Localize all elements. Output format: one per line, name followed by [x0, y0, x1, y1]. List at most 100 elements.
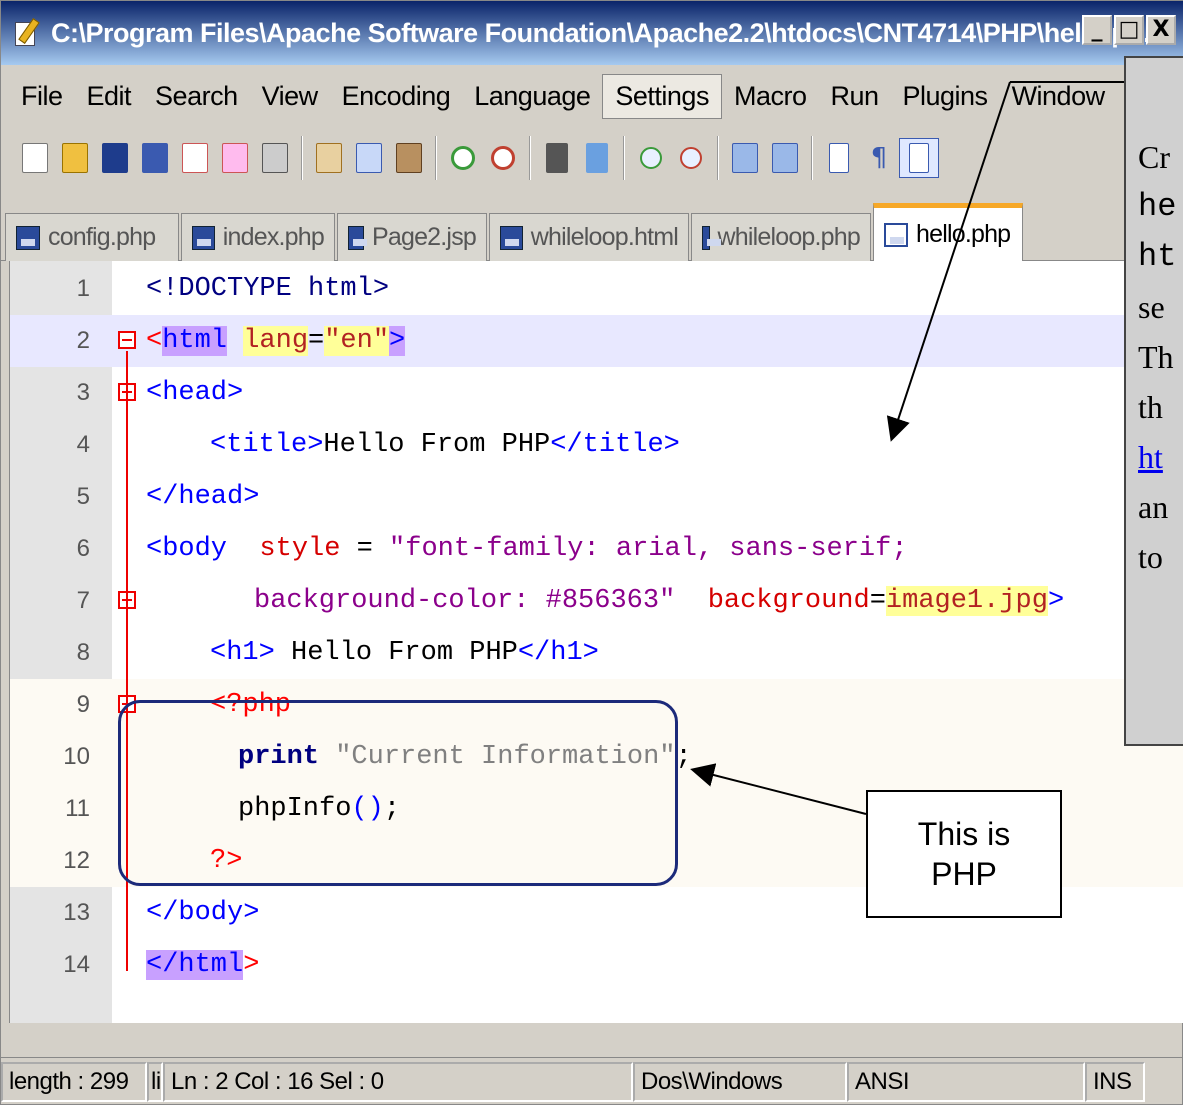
toolbar-separator	[717, 136, 719, 180]
file-icon	[884, 222, 908, 247]
menu-encoding[interactable]: Encoding	[330, 75, 463, 118]
redo-icon[interactable]	[483, 138, 523, 178]
undo-icon[interactable]	[443, 138, 483, 178]
line-number: 14	[63, 951, 90, 978]
cut-icon[interactable]	[309, 138, 349, 178]
sync-vertical-icon[interactable]	[725, 138, 765, 178]
callout-text: Cr he ht se Th th ht an to	[1138, 132, 1176, 582]
tab-label: index.php	[222, 223, 325, 251]
code-text: <title>Hello From PHP</title>	[210, 430, 680, 460]
show-all-characters-icon[interactable]: ¶	[859, 138, 899, 178]
tab-label: whileloop.html	[530, 223, 679, 251]
code-line: 6 <body style = "font-family: arial, san…	[10, 523, 1183, 575]
line-number: 9	[76, 691, 90, 718]
status-encoding[interactable]: ANSI	[847, 1062, 1085, 1102]
line-number: 7	[76, 587, 90, 614]
word-wrap-icon[interactable]	[819, 138, 859, 178]
status-eol-format[interactable]: Dos\Windows	[633, 1062, 847, 1102]
tab-whileloop-html[interactable]: whileloop.html	[489, 213, 689, 261]
window-title: C:\Program Files\Apache Software Foundat…	[51, 17, 1165, 48]
close-all-icon[interactable]	[215, 138, 255, 178]
replace-icon[interactable]	[577, 138, 617, 178]
title-bar[interactable]: C:\Program Files\Apache Software Foundat…	[1, 1, 1183, 65]
code-text: </body>	[146, 898, 260, 928]
maximize-button[interactable]: □	[1114, 15, 1144, 45]
notepad-app-icon	[13, 18, 43, 48]
line-number: 13	[63, 899, 90, 926]
php-highlight-box	[118, 700, 678, 886]
note-line: PHP	[931, 856, 997, 892]
tab-page2-jsp[interactable]: Page2.jsp	[337, 213, 487, 261]
menu-view[interactable]: View	[250, 75, 330, 118]
toolbar-separator	[623, 136, 625, 180]
file-icon	[702, 225, 720, 250]
menu-plugins[interactable]: Plugins	[891, 75, 1000, 118]
tab-whileloop-php[interactable]: whileloop.php	[691, 213, 871, 261]
note-line: This is	[917, 816, 1011, 852]
code-line: 2 <html lang="en">	[10, 315, 1183, 367]
code-line: 14 </html>	[10, 939, 1183, 991]
callout-link[interactable]: ht	[1138, 432, 1176, 482]
line-number: 1	[76, 275, 90, 302]
menu-search[interactable]: Search	[143, 75, 250, 118]
line-number: 11	[65, 795, 90, 822]
line-number: 8	[76, 639, 90, 666]
menu-bar: File Edit Search View Encoding Language …	[1, 67, 1183, 125]
code-text: <head>	[146, 378, 244, 408]
line-number: 10	[63, 743, 90, 770]
toolbar-separator	[301, 136, 303, 180]
code-line: 7 background-color: #856363" background=…	[10, 575, 1183, 627]
tab-label: config.php	[48, 223, 156, 251]
paste-icon[interactable]	[389, 138, 429, 178]
zoom-in-icon[interactable]	[631, 138, 671, 178]
menu-run[interactable]: Run	[818, 75, 890, 118]
new-file-icon[interactable]	[15, 138, 55, 178]
line-number: 2	[76, 327, 90, 354]
menu-settings[interactable]: Settings	[602, 73, 722, 119]
menu-language[interactable]: Language	[462, 75, 602, 118]
menu-window[interactable]: Window	[1000, 75, 1117, 118]
tab-bar: config.php index.php Page2.jsp whileloop…	[1, 199, 1183, 261]
code-line: 3 <head>	[10, 367, 1183, 419]
php-note-box: This is PHP	[866, 790, 1062, 918]
code-text: <body style = "font-family: arial, sans-…	[146, 534, 908, 564]
tab-label: hello.php	[916, 220, 1011, 248]
minimize-button[interactable]: _	[1082, 15, 1112, 45]
fold-toggle[interactable]	[118, 331, 136, 349]
toolbar-separator	[529, 136, 531, 180]
close-button[interactable]: X	[1146, 15, 1176, 45]
menu-edit[interactable]: Edit	[75, 75, 144, 118]
indent-guide-icon[interactable]	[899, 138, 939, 178]
tab-hello-php[interactable]: hello.php	[873, 203, 1023, 261]
menu-macro[interactable]: Macro	[722, 75, 819, 118]
code-text: <h1> Hello From PHP</h1>	[210, 638, 599, 668]
toolbar-separator	[811, 136, 813, 180]
menu-file[interactable]: File	[9, 75, 75, 118]
code-line: 1 <!DOCTYPE html>	[10, 263, 1183, 315]
print-icon[interactable]	[255, 138, 295, 178]
save-all-icon[interactable]	[135, 138, 175, 178]
code-text: background-color: #856363" background=im…	[254, 586, 1065, 616]
callout-line: he	[1138, 188, 1177, 225]
line-number: 6	[76, 535, 90, 562]
save-icon[interactable]	[95, 138, 135, 178]
notepad-window: C:\Program Files\Apache Software Foundat…	[0, 0, 1183, 1105]
code-text: <!DOCTYPE html>	[146, 274, 390, 304]
instruction-callout: Cr he ht se Th th ht an to	[1124, 56, 1183, 746]
tab-label: whileloop.php	[717, 223, 861, 251]
sync-horizontal-icon[interactable]	[765, 138, 805, 178]
copy-icon[interactable]	[349, 138, 389, 178]
file-icon	[348, 225, 367, 250]
callout-line: an	[1138, 489, 1169, 525]
zoom-out-icon[interactable]	[671, 138, 711, 178]
callout-line: Cr	[1138, 139, 1170, 175]
tab-config-php[interactable]: config.php	[5, 213, 179, 261]
close-file-icon[interactable]	[175, 138, 215, 178]
find-icon[interactable]	[537, 138, 577, 178]
code-text: </head>	[146, 482, 260, 512]
line-number: 12	[63, 847, 90, 874]
tab-index-php[interactable]: index.php	[181, 213, 335, 261]
status-insert-mode[interactable]: INS	[1085, 1062, 1145, 1102]
open-folder-icon[interactable]	[55, 138, 95, 178]
status-lines: li	[147, 1062, 163, 1102]
